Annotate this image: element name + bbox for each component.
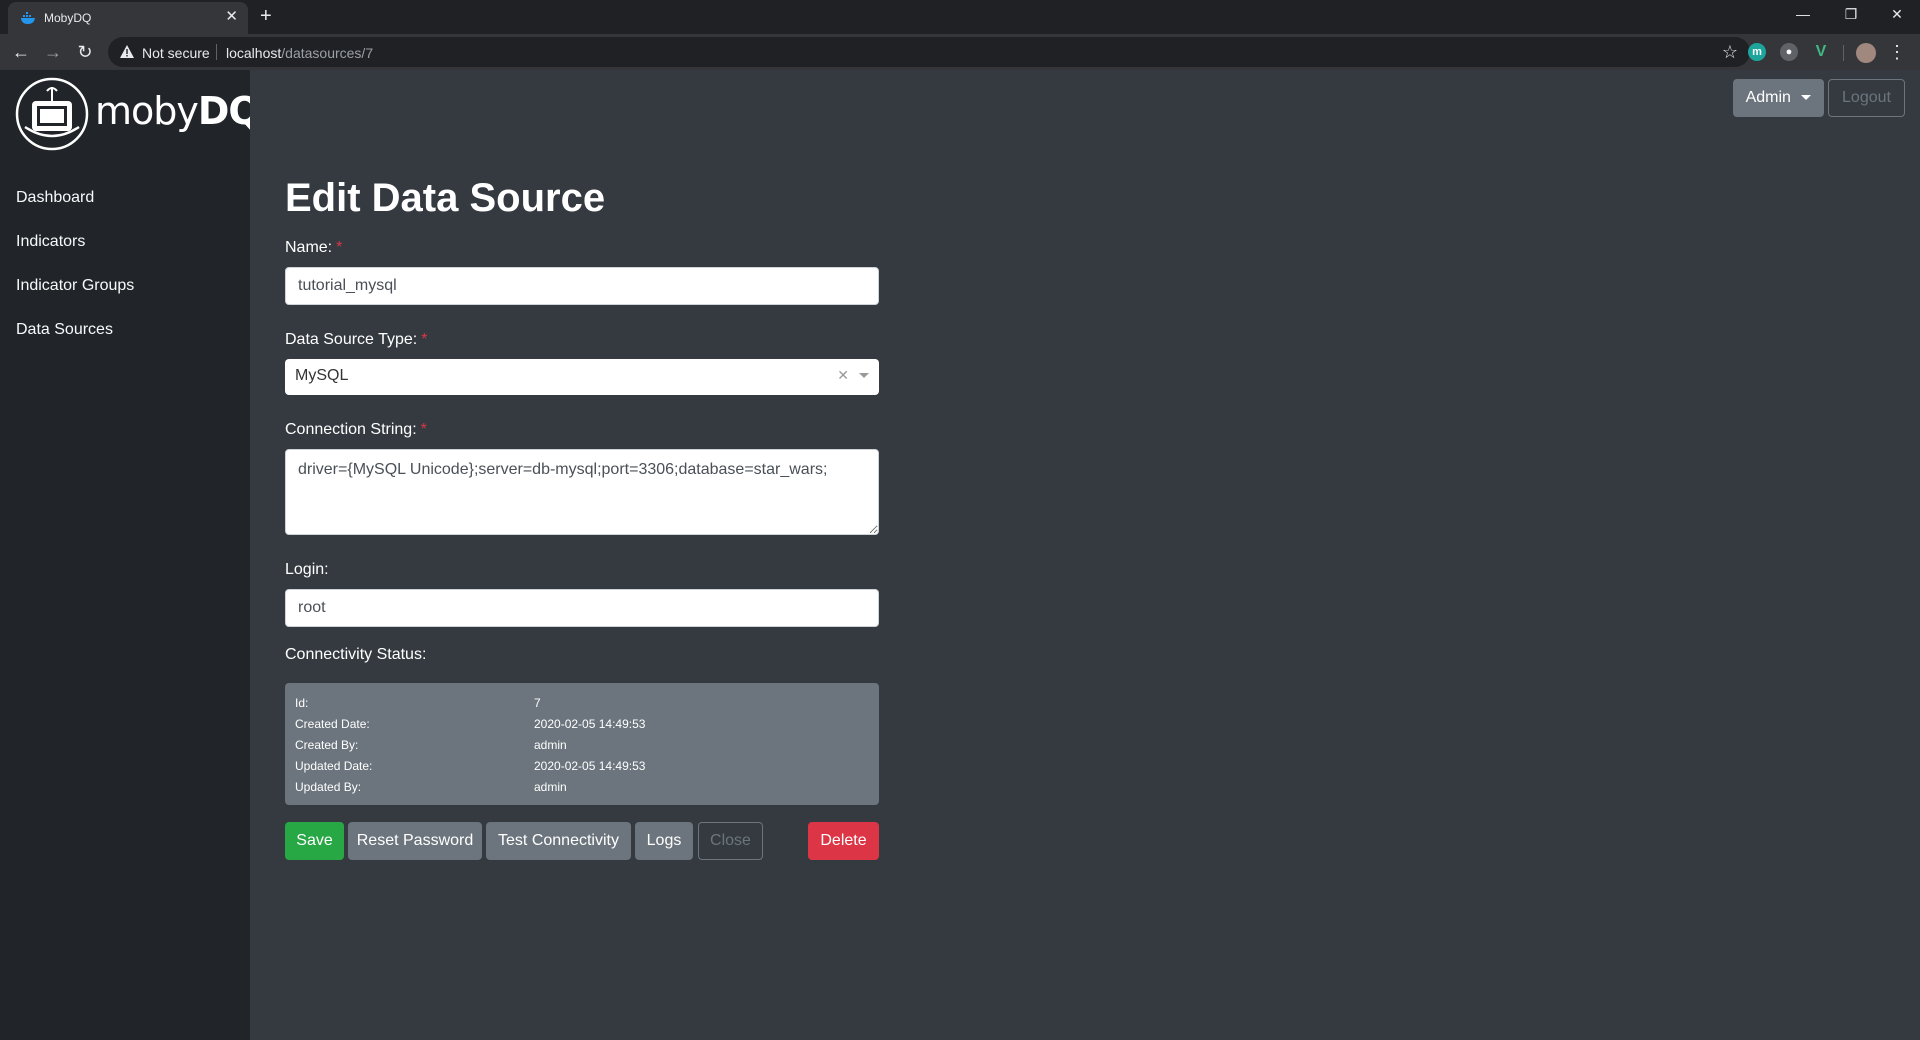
- app-logo[interactable]: mobyDQ: [15, 77, 261, 151]
- status-value: admin: [534, 780, 567, 794]
- status-value: 2020-02-05 14:49:53: [534, 717, 646, 731]
- clear-icon[interactable]: ✕: [837, 367, 849, 384]
- caret-down-icon: [1801, 95, 1812, 101]
- browser-tab[interactable]: MobyDQ ✕: [8, 2, 248, 34]
- url-separator: [216, 44, 217, 60]
- security-label: Not secure: [142, 45, 210, 61]
- browser-menu-icon[interactable]: ⋮: [1886, 41, 1908, 63]
- status-value: admin: [534, 738, 567, 752]
- status-key: Updated Date:: [295, 759, 373, 773]
- close-button[interactable]: Close: [698, 822, 763, 860]
- browser-tabstrip: MobyDQ ✕ + — ❐ ✕: [0, 0, 1920, 34]
- reset-password-button[interactable]: Reset Password: [348, 822, 482, 860]
- address-bar[interactable]: Not secure localhost/datasources/7 ☆: [108, 37, 1750, 67]
- test-connectivity-button[interactable]: Test Connectivity: [486, 822, 631, 860]
- forward-icon[interactable]: →: [42, 41, 64, 63]
- sidebar: mobyDQ Dashboard Indicators Indicator Gr…: [0, 70, 261, 1040]
- new-tab-icon[interactable]: +: [260, 6, 272, 26]
- connection-string-label: Connection String: *: [285, 421, 427, 438]
- toolbar-separator: [1843, 45, 1844, 61]
- status-key: Created Date:: [295, 717, 370, 731]
- main-content: Admin Logout Edit Data Source Name:* Dat…: [250, 70, 1920, 1040]
- tab-title: MobyDQ: [44, 11, 92, 25]
- page-title: Edit Data Source: [285, 176, 606, 220]
- data-source-type-select[interactable]: MySQL ✕: [285, 359, 879, 395]
- status-key: Created By:: [295, 738, 359, 752]
- window-close-icon[interactable]: ✕: [1882, 6, 1912, 23]
- delete-button[interactable]: Delete: [808, 822, 879, 860]
- nav-indicators[interactable]: Indicators: [16, 233, 85, 251]
- connection-string-textarea[interactable]: driver={MySQL Unicode};server=db-mysql;p…: [285, 449, 879, 535]
- select-value: MySQL: [295, 367, 349, 384]
- url-text: localhost/datasources/7: [226, 45, 374, 61]
- status-value: 2020-02-05 14:49:53: [534, 759, 646, 773]
- minimize-icon[interactable]: —: [1788, 6, 1818, 22]
- back-icon[interactable]: ←: [10, 41, 32, 63]
- nav-dashboard[interactable]: Dashboard: [16, 189, 94, 207]
- status-key: Id:: [295, 696, 309, 710]
- logo-text: mobyDQ: [95, 89, 261, 133]
- status-panel: Id: 7 Created Date: 2020-02-05 14:49:53 …: [285, 683, 879, 805]
- logout-button[interactable]: Logout: [1828, 79, 1905, 117]
- save-button[interactable]: Save: [285, 822, 344, 860]
- name-label: Name: *: [285, 239, 343, 256]
- warning-icon: [120, 45, 134, 58]
- docker-whale-icon: [21, 12, 35, 24]
- status-value: 7: [534, 696, 541, 710]
- login-label: Login:: [285, 561, 329, 578]
- extension-m-icon[interactable]: m: [1748, 43, 1766, 61]
- extension-owl-icon[interactable]: ●: [1780, 43, 1798, 61]
- name-input[interactable]: [285, 267, 879, 305]
- nav-indicator-groups[interactable]: Indicator Groups: [16, 277, 134, 295]
- mobydq-logo-icon: [15, 77, 89, 151]
- admin-dropdown-button[interactable]: Admin: [1733, 79, 1824, 117]
- data-source-type-label: Data Source Type: *: [285, 331, 428, 348]
- vue-devtools-icon[interactable]: V: [1812, 43, 1830, 61]
- logs-button[interactable]: Logs: [635, 822, 693, 860]
- login-input[interactable]: [285, 589, 879, 627]
- connectivity-status-label: Connectivity Status:: [285, 646, 427, 663]
- reload-icon[interactable]: ↻: [74, 41, 96, 63]
- bookmark-star-icon[interactable]: ☆: [1722, 42, 1738, 63]
- tab-close-icon[interactable]: ✕: [225, 9, 238, 25]
- browser-toolbar: ← → ↻ Not secure localhost/datasources/7…: [0, 34, 1920, 70]
- chevron-down-icon[interactable]: [859, 373, 869, 378]
- profile-avatar[interactable]: [1856, 43, 1876, 63]
- restore-icon[interactable]: ❐: [1836, 6, 1866, 23]
- status-key: Updated By:: [295, 780, 362, 794]
- nav-data-sources[interactable]: Data Sources: [16, 321, 113, 339]
